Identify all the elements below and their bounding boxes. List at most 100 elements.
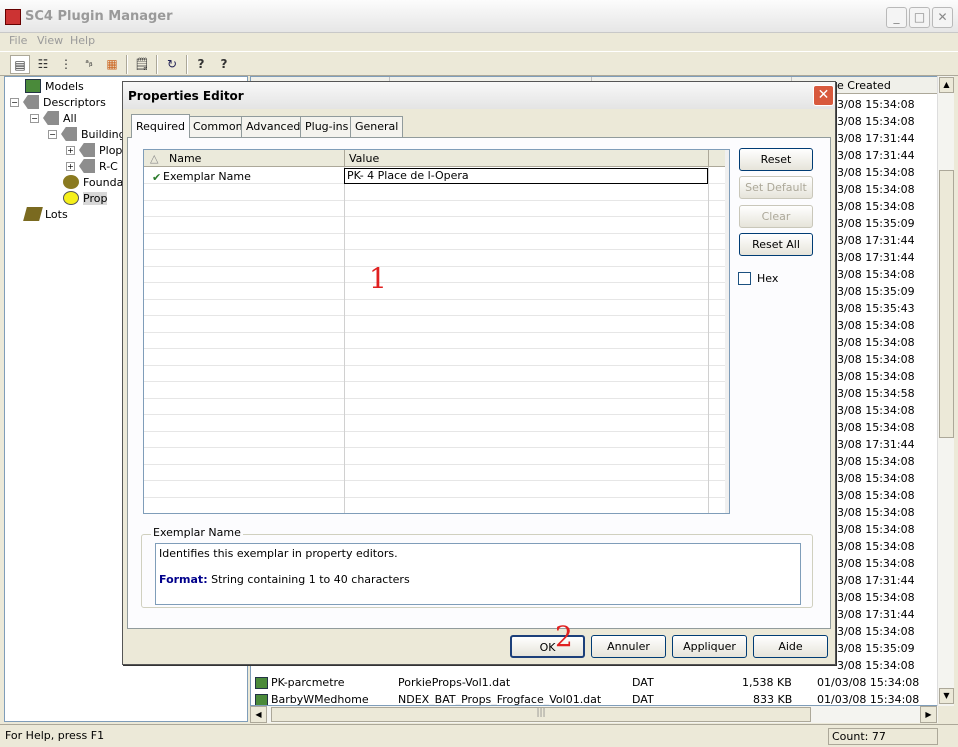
menu-file[interactable]: File [9,34,27,47]
ok-button[interactable]: OK [510,635,585,658]
format-text: String containing 1 to 40 characters [207,573,410,586]
help-icon[interactable]: ? [191,55,211,74]
expand-icon[interactable]: + [66,145,75,155]
tree-node-all[interactable]: − All [30,110,77,126]
created-cell: 3/08 17:31:44 [837,149,915,162]
prop-icon [63,191,79,205]
vertical-scrollbar[interactable]: ▲ ▼ [937,76,954,706]
menu-help[interactable]: Help [70,34,95,47]
grid-row-line [144,496,725,498]
created-cell: 3/08 15:34:08 [837,200,915,213]
dialog-title: Properties Editor [128,89,244,103]
hex-checkbox[interactable] [738,272,751,285]
grid-row-line [144,447,725,448]
dialog-close-icon[interactable]: ✕ [813,85,834,106]
list-view-icon[interactable]: ☷ [33,55,53,74]
created-cell: 3/08 15:34:08 [837,421,915,434]
column-header-created[interactable]: e Created [837,79,891,92]
tree-node-models[interactable]: Models [25,78,84,94]
property-name-exemplar[interactable]: Exemplar Name [163,170,251,183]
tab-required[interactable]: Required [131,114,190,138]
annotation-marker-2: 2 [555,620,573,653]
details-view-icon[interactable]: ▤ [10,55,30,74]
scroll-left-icon[interactable]: ◀ [250,706,267,723]
created-cell: 3/08 17:31:44 [837,132,915,145]
tree-node-descriptors[interactable]: − Descriptors [10,94,106,110]
tree-node-lots[interactable]: Lots [23,206,68,222]
set-default-button[interactable]: Set Default [739,176,813,199]
scroll-up-icon[interactable]: ▲ [939,77,954,93]
status-bar: For Help, press F1 Count: 77 [0,724,958,747]
property-value-input[interactable]: PK- 4 Place de l-Opera [344,168,708,184]
descriptor-icon [43,111,59,125]
annotation-marker-1: 1 [369,262,387,295]
created-cell: 3/08 15:34:08 [837,523,915,536]
toolbar-separator [126,55,128,74]
description-box: Identifies this exemplar in property edi… [155,543,801,605]
clear-button[interactable]: Clear [739,205,813,228]
created-cell: 3/08 17:31:44 [837,234,915,247]
tree-node-prop[interactable]: Prop [63,190,108,206]
created-cell: 3/08 17:31:44 [837,438,915,451]
scroll-right-icon[interactable]: ▶ [920,706,937,723]
column-header-name[interactable]: Name [169,152,201,165]
tab-advanced[interactable]: Advanced [241,116,306,137]
refresh-icon[interactable]: ↻ [162,55,182,74]
app-title: SC4 Plugin Manager [25,9,173,24]
descriptor-icon [23,95,39,109]
minimize-button[interactable]: _ [886,7,907,28]
grid-row-line [144,216,725,217]
help-button[interactable]: Aide [753,635,828,658]
scroll-thumb[interactable] [939,170,954,438]
model-file-icon [255,677,268,689]
grid-scrollbar[interactable] [725,150,729,513]
collapse-icon[interactable]: − [30,113,39,123]
grid-row-line [144,249,725,250]
descriptor-icon [61,127,77,141]
sort-icon[interactable]: △ [150,152,158,165]
expand-icon[interactable]: + [66,161,75,171]
hscroll-thumb[interactable]: ||| [271,707,811,722]
scroll-down-icon[interactable]: ▼ [939,688,954,704]
app-icon [5,9,21,25]
menu-view[interactable]: View [37,34,63,47]
grid-row-line [144,331,725,333]
cancel-button[interactable]: Annuler [591,635,666,658]
descriptor-icon [79,159,95,173]
tree-view-icon[interactable]: ⋮ [56,55,76,74]
collapse-icon[interactable]: − [10,97,19,107]
apply-button[interactable]: Appliquer [672,635,747,658]
created-cell: 3/08 15:34:08 [837,455,915,468]
created-cell: 3/08 15:34:08 [837,540,915,553]
maximize-button[interactable]: □ [909,7,930,28]
reset-all-button[interactable]: Reset All [739,233,813,256]
table-row[interactable]: PK-parcmetre PorkieProps-Vol1.dat DAT 1,… [251,674,937,691]
grid-row-line [144,315,725,316]
table-row[interactable]: BarbyWMedhome NDEX_BAT_Props_Frogface_Vo… [251,691,937,706]
tree-node-plop[interactable]: + Plop [66,142,122,158]
description-text: Identifies this exemplar in property edi… [159,547,398,560]
row-name: BarbyWMedhome [255,691,369,705]
tab-common[interactable]: Common [188,116,248,137]
tree-node-foundation[interactable]: Foundat [63,174,128,190]
reset-button[interactable]: Reset [739,148,813,171]
grid-row-line [144,199,725,201]
row-file: NDEX_BAT_Props_Frogface_Vol01.dat [398,693,602,706]
horizontal-scrollbar[interactable]: ◀ ||| ▶ [250,706,938,723]
collapse-icon[interactable]: − [48,129,57,139]
properties-editor-dialog: Properties Editor ✕ Required Common Adva… [122,81,836,665]
toolbar-separator [156,55,158,74]
tree-node-building[interactable]: − Building [48,126,126,142]
close-button[interactable]: ✕ [932,7,953,28]
tree-node-rc[interactable]: + R-C [66,158,118,174]
hex-label: Hex [757,272,779,285]
color-grid-icon[interactable]: ▦ [102,55,122,74]
created-cell: 3/08 15:34:08 [837,336,915,349]
column-header-value[interactable]: Value [349,152,379,165]
property-grid: △ Name Value ✔ Exemplar Name PK- 4 Place… [143,149,730,514]
small-icons-icon[interactable]: ᵃᵦ [79,55,99,74]
properties-icon[interactable]: 🗒 [132,55,152,74]
context-help-icon[interactable]: ? [214,55,234,74]
tab-general[interactable]: General [350,116,404,137]
tab-plugins[interactable]: Plug-ins [300,116,354,137]
